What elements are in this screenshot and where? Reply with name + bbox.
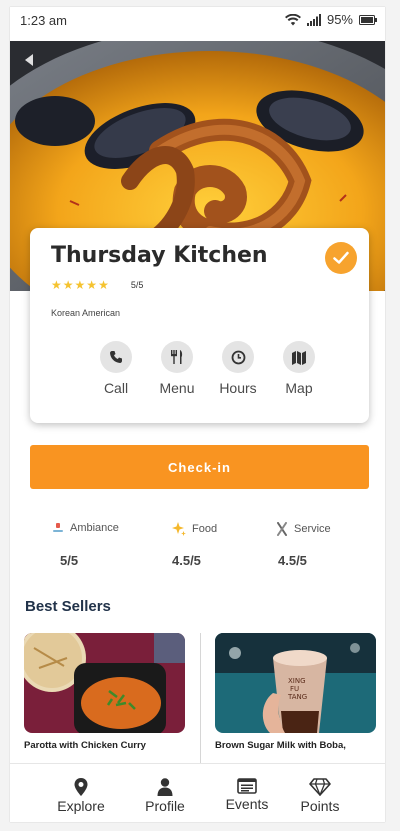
map-button[interactable]: Map <box>273 341 325 396</box>
map-icon <box>283 341 315 373</box>
best-seller-name: Parotta with Chicken Curry <box>24 740 146 751</box>
category-ratings: Ambiance 5/5 Food 4.5/5 Service 4.5/5 <box>40 522 360 577</box>
svg-text:FU: FU <box>290 685 299 693</box>
status-time: 1:23 am <box>20 13 67 28</box>
call-button[interactable]: Call <box>90 341 142 396</box>
bottom-nav: Explore Profile Events Points <box>10 763 385 822</box>
rating-service-head: Service <box>276 522 376 536</box>
rating-ambiance-label: Ambiance <box>70 522 119 534</box>
rating-row: ★ ★ ★ ★ ★ 5/5 <box>51 279 143 291</box>
menu-button[interactable]: Menu <box>151 341 203 396</box>
star-icon: ★ <box>98 278 109 292</box>
location-pin-icon <box>74 778 88 796</box>
best-seller-name: Brown Sugar Milk with Boba, <box>215 740 346 751</box>
star-icon: ★ <box>74 278 86 292</box>
nav-points-label: Points <box>300 798 340 814</box>
action-row: Call Menu Hours Map <box>90 341 325 396</box>
rating-food-label: Food <box>192 523 218 535</box>
rating-text: 5/5 <box>130 280 144 290</box>
nav-explore[interactable]: Explore <box>43 778 119 814</box>
best-sellers-title: Best Sellers <box>25 598 111 615</box>
signal-icon <box>306 13 321 26</box>
cuisine-label: Korean American <box>51 308 121 318</box>
status-icons: 95% <box>284 12 377 27</box>
best-sellers-list: Parotta with Chicken Curry XING FU TANG <box>24 633 385 773</box>
nav-explore-label: Explore <box>57 798 105 814</box>
rating-food: Food 4.5/5 <box>172 522 272 568</box>
rating-ambiance: Ambiance 5/5 <box>52 522 152 568</box>
battery-icon <box>359 14 377 25</box>
rating-ambiance-head: Ambiance <box>52 522 152 534</box>
map-label: Map <box>285 380 313 396</box>
events-icon <box>237 778 257 794</box>
app-screen: 1:23 am 95% Thursday Kitchen ★ ★ ★ ★ ★ 5… <box>10 7 385 822</box>
sparkle-icon <box>172 522 186 536</box>
restaurant-name: Thursday Kitchen <box>51 243 268 268</box>
call-label: Call <box>103 380 129 396</box>
nav-events-label: Events <box>225 796 269 812</box>
menu-label: Menu <box>159 380 195 396</box>
rating-food-head: Food <box>172 522 272 536</box>
check-badge-icon <box>325 242 357 274</box>
hours-label: Hours <box>219 380 257 396</box>
star-icon: ★ <box>51 278 62 292</box>
nav-points[interactable]: Points <box>282 778 358 814</box>
hours-button[interactable]: Hours <box>212 341 264 396</box>
rating-food-value: 4.5/5 <box>172 553 201 568</box>
restaurant-card: Thursday Kitchen ★ ★ ★ ★ ★ 5/5 Korean Am… <box>30 228 369 423</box>
star-icon: ★ <box>62 278 74 292</box>
svg-text:XING: XING <box>288 677 306 685</box>
star-icon: ★ <box>86 278 98 292</box>
phone-icon <box>100 341 132 373</box>
check-in-button[interactable]: Check-in <box>30 445 369 489</box>
fork-knife-icon <box>161 341 193 373</box>
boba-drink-photo: XING FU TANG <box>215 633 376 733</box>
ambiance-icon <box>53 523 63 532</box>
svg-text:TANG: TANG <box>287 693 307 701</box>
user-icon <box>157 778 173 796</box>
back-arrow-icon[interactable] <box>23 54 35 66</box>
best-seller-item[interactable]: Parotta with Chicken Curry <box>24 633 185 751</box>
clock-icon <box>222 341 254 373</box>
rating-service: Service 4.5/5 <box>276 522 376 568</box>
nav-profile-label: Profile <box>145 798 185 814</box>
rating-service-value: 4.5/5 <box>278 553 307 568</box>
rating-ambiance-value: 5/5 <box>60 553 79 568</box>
nav-profile[interactable]: Profile <box>127 778 203 814</box>
battery-percent: 95% <box>326 12 353 27</box>
status-bar: 1:23 am 95% <box>10 7 385 35</box>
utensils-cross-icon <box>277 522 287 536</box>
diamond-icon <box>309 778 331 796</box>
star-rating: ★ ★ ★ ★ ★ <box>51 279 109 291</box>
wifi-icon <box>284 13 301 25</box>
nav-events[interactable]: Events <box>209 778 285 812</box>
rating-service-label: Service <box>294 523 331 535</box>
best-seller-item[interactable]: XING FU TANG Brown Sugar Milk with Boba, <box>215 633 376 751</box>
divider <box>200 633 201 773</box>
parotta-curry-photo <box>24 633 185 733</box>
